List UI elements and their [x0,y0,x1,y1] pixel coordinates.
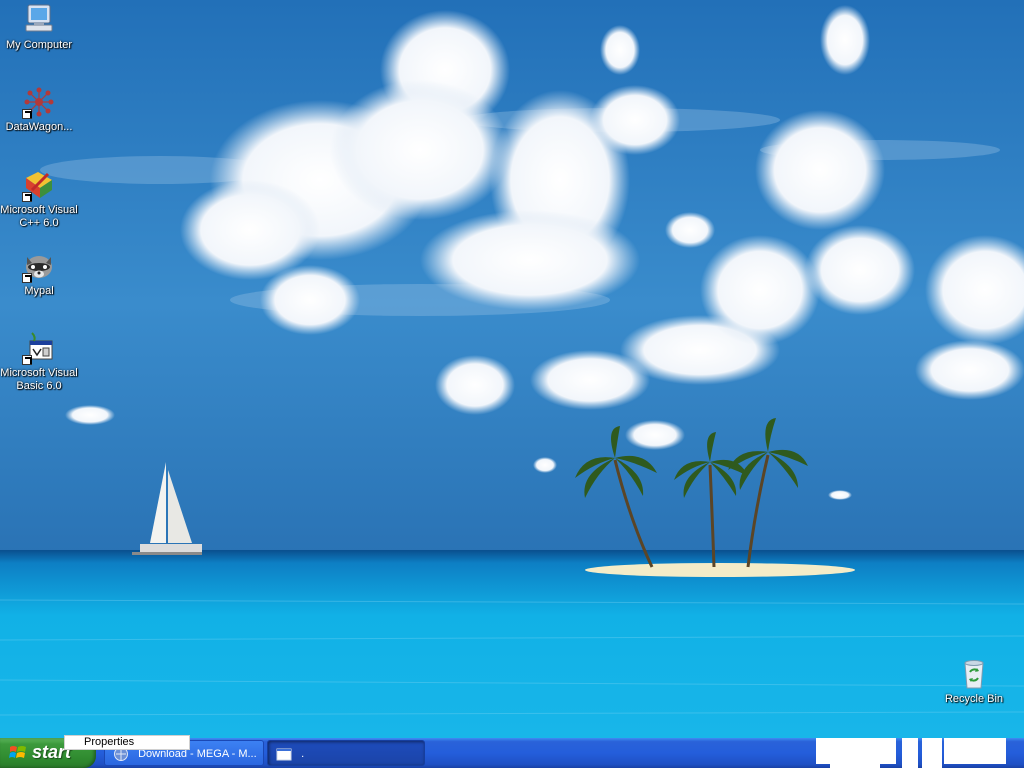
visual-basic-icon [22,331,56,365]
island [585,563,855,577]
tooltip-text: Properties [84,736,135,748]
shortcut-arrow-icon [22,192,32,202]
tray-icon[interactable] [902,738,918,768]
windows-logo-icon [9,746,26,758]
desktop-icon-my-computer[interactable]: My Computer [0,3,79,52]
taskbar-button-active-window[interactable]: . [267,740,425,766]
desktop-icon-label: Microsoft Visual Basic 6.0 [0,367,78,392]
desktop-icon-label: Mypal [24,285,54,297]
shortcut-arrow-icon [22,273,32,283]
desktop-icon-visual-basic[interactable]: Microsoft Visual Basic 6.0 [0,331,79,393]
properties-tooltip: Properties [64,735,190,750]
recycle-bin-icon [957,657,991,691]
shortcut-arrow-icon [22,109,32,119]
taskbar-button-label: . [301,748,305,761]
window-icon [276,746,292,762]
desktop-wallpaper [0,0,1024,768]
desktop-icon-label: Recycle Bin [944,693,1004,705]
desktop-icon-label: Microsoft Visual C++ 6.0 [0,204,78,229]
tray-clock[interactable] [944,738,1006,764]
desktop-icon-visual-cpp[interactable]: Microsoft Visual C++ 6.0 [0,168,79,230]
desktop-icon-recycle-bin[interactable]: Recycle Bin [934,657,1014,706]
desktop-icon-label: My Computer [5,39,73,51]
desktop-icon-datawagon[interactable]: DataWagon... [0,85,79,134]
visual-cpp-icon [22,168,56,202]
tray-area [816,738,896,764]
my-computer-icon [22,3,56,37]
tray-icon[interactable] [922,738,942,768]
datawagon-icon [22,85,56,119]
tray-area [830,762,880,768]
desktop-icon-mypal[interactable]: Mypal [0,249,79,298]
shortcut-arrow-icon [22,355,32,365]
mypal-raccoon-icon [22,249,56,283]
desktop-icon-label: DataWagon... [5,121,73,133]
